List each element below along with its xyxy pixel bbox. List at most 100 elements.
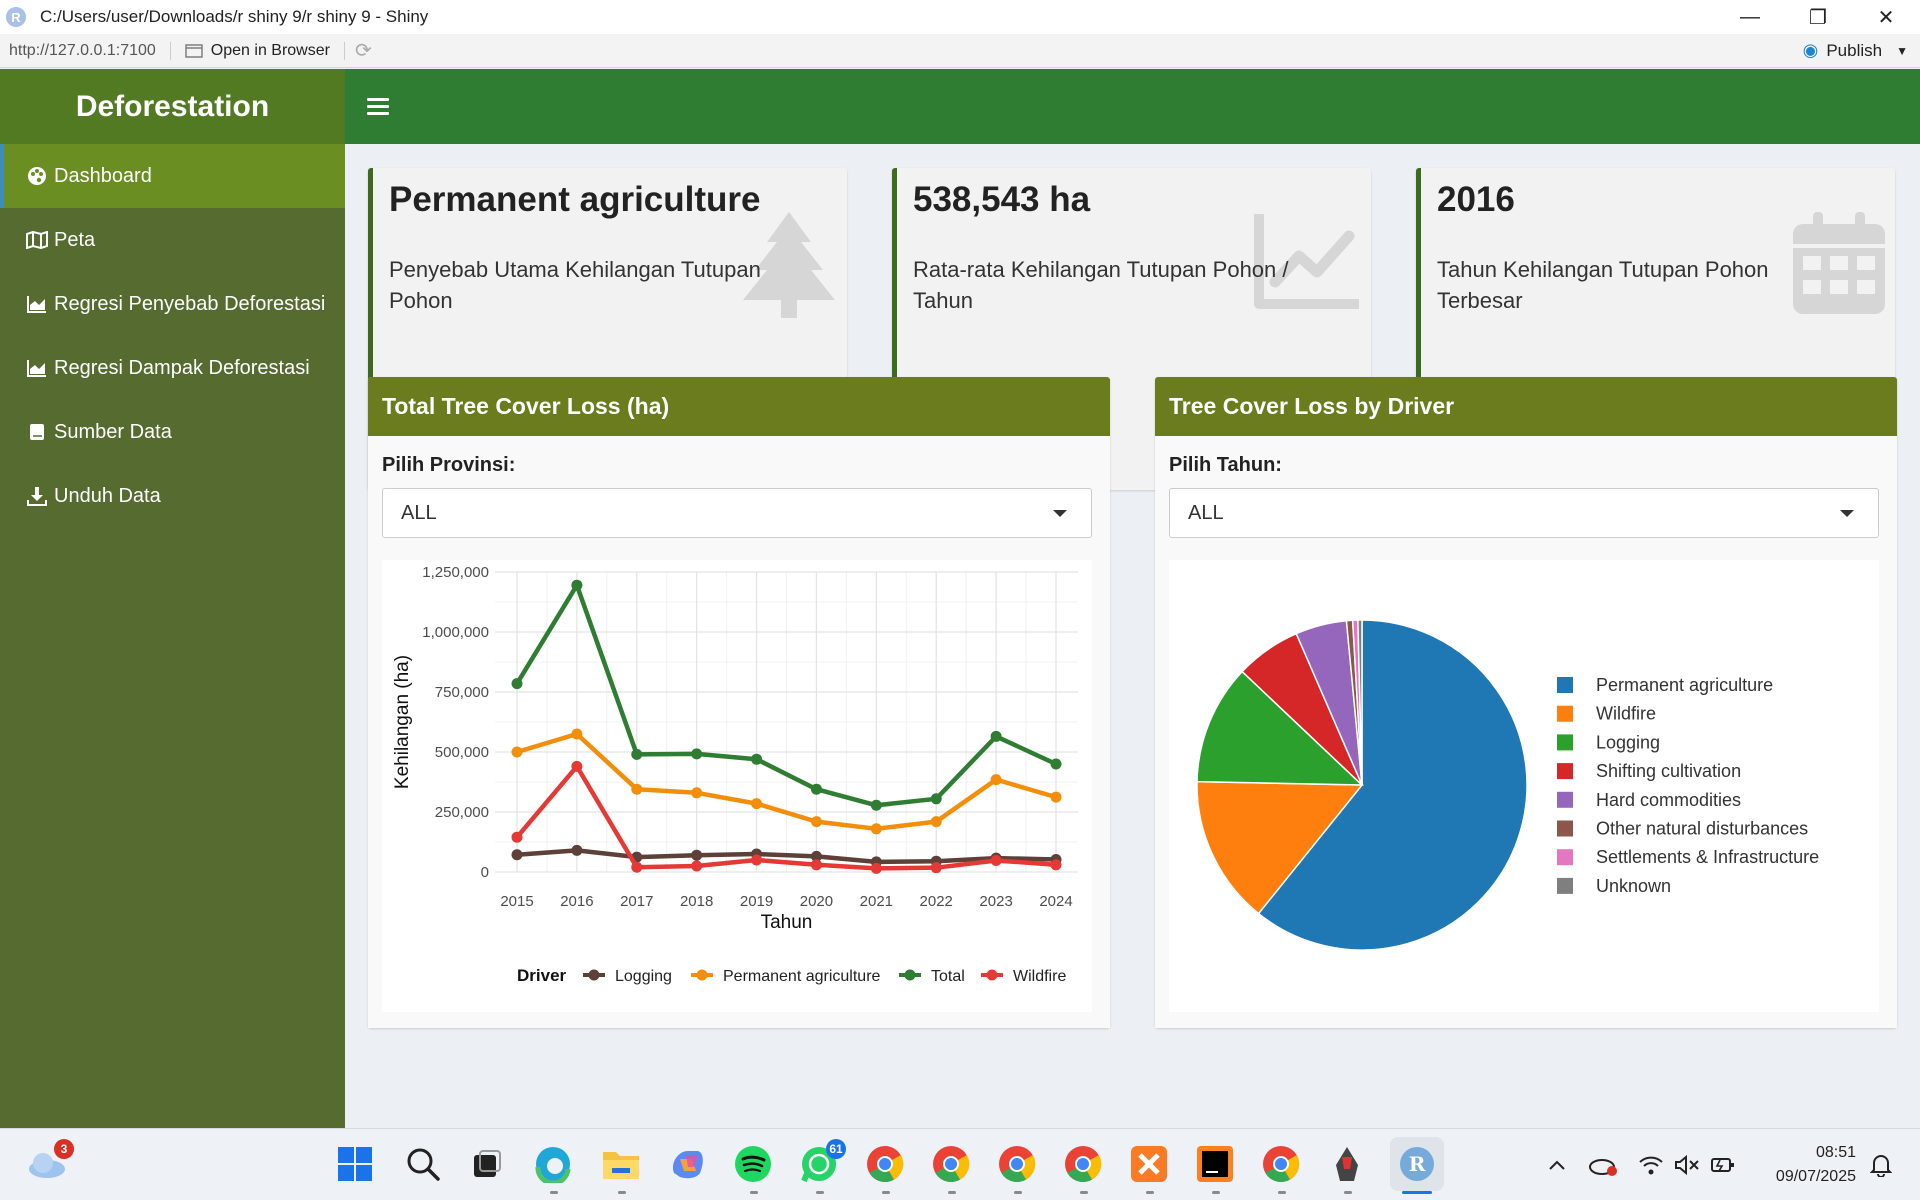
- x-tick-label: 2018: [680, 893, 713, 910]
- x-tick-label: 2016: [560, 893, 593, 910]
- restore-button[interactable]: ❐: [1784, 0, 1852, 34]
- task-view-icon[interactable]: [466, 1143, 508, 1185]
- line-chart-container: 0 250,000 500,000 750,000 1,000,000 1,250,000…: [382, 560, 1092, 1012]
- open-in-browser-button[interactable]: Open in Browser: [185, 41, 345, 60]
- x-tick-label: 2021: [860, 893, 893, 910]
- y-tick-label: 1,000,000: [422, 624, 489, 641]
- pie-chart: Permanent agriculture Wildfire Logging Shif…: [1196, 619, 1819, 951]
- windows-start-icon[interactable]: [334, 1143, 376, 1185]
- legend-swatch: [1557, 791, 1573, 808]
- area-chart-icon: [26, 295, 48, 313]
- publish-button[interactable]: ◉ Publish ▼: [1803, 40, 1908, 61]
- legend-key-point: [986, 969, 998, 981]
- sidebar-item-regresi-penyebab[interactable]: Regresi Penyebab Deforestasi: [0, 272, 345, 336]
- x-tick-label: 2022: [920, 893, 953, 910]
- sidebar-item-regresi-dampak[interactable]: Regresi Dampak Deforestasi: [0, 336, 345, 400]
- sidebar-item-unduh-data[interactable]: Unduh Data: [0, 464, 345, 528]
- chrome-icon[interactable]: [1260, 1143, 1302, 1185]
- year-select-value: ALL: [1188, 501, 1224, 524]
- refresh-icon[interactable]: ⟳: [355, 38, 372, 63]
- value-box-subtitle: Penyebab Utama Kehilangan Tutupan Pohon: [389, 257, 761, 313]
- clock-time: 08:51: [1815, 1144, 1856, 1161]
- year-select-label: Pilih Tahun:: [1169, 454, 1282, 476]
- spotify-icon[interactable]: [732, 1143, 774, 1185]
- chevron-down-icon[interactable]: ▼: [1896, 44, 1908, 58]
- y-axis-label: Kehilangan (ha): [392, 655, 413, 789]
- data-point: [571, 760, 583, 772]
- running-indicator: [1344, 1191, 1352, 1194]
- copilot-icon[interactable]: [666, 1143, 708, 1185]
- legend-label: Total: [931, 968, 965, 985]
- close-button[interactable]: ✕: [1852, 0, 1920, 34]
- chrome-icon[interactable]: [864, 1143, 906, 1185]
- legend-swatch: [1557, 849, 1573, 866]
- line-chart: 0 250,000 500,000 750,000 1,000,000 1,250,000…: [392, 564, 1078, 985]
- publish-icon: ◉: [1802, 40, 1819, 60]
- value-box-value: 538,543 ha: [913, 180, 1091, 219]
- legend-swatch: [1557, 877, 1573, 894]
- panel-title: Total Tree Cover Loss (ha): [368, 377, 1110, 436]
- edge-browser-icon[interactable]: [532, 1143, 574, 1185]
- sidebar-item-dashboard[interactable]: Dashboard: [0, 144, 345, 208]
- viewer-toolbar: http://127.0.0.1:7100 Open in Browser ⟳ …: [0, 34, 1920, 68]
- onedrive-icon[interactable]: [1588, 1129, 1618, 1200]
- data-point: [751, 798, 763, 810]
- wifi-icon[interactable]: [1638, 1129, 1664, 1200]
- search-icon[interactable]: [402, 1143, 444, 1185]
- data-point: [1050, 859, 1062, 871]
- running-indicator: [1278, 1191, 1286, 1194]
- legend-key-point: [588, 969, 600, 981]
- legend-key-point: [904, 969, 916, 981]
- province-select[interactable]: ALL: [382, 488, 1092, 538]
- sidebar-item-sumber-data[interactable]: Sumber Data: [0, 400, 345, 464]
- legend-label: Logging: [1596, 732, 1660, 752]
- data-point: [691, 787, 703, 799]
- data-point: [631, 861, 643, 873]
- minimize-button[interactable]: —: [1716, 0, 1784, 34]
- data-point: [990, 730, 1002, 742]
- xampp-icon[interactable]: [1128, 1143, 1170, 1185]
- data-point: [691, 748, 703, 760]
- data-point: [810, 816, 822, 828]
- data-point: [930, 862, 942, 874]
- active-indicator: [1402, 1191, 1432, 1194]
- sidebar: Dashboard Peta Regresi Penyebab Deforest…: [0, 144, 345, 1128]
- running-indicator: [948, 1191, 956, 1194]
- chrome-icon[interactable]: [1062, 1143, 1104, 1185]
- running-indicator: [1212, 1191, 1220, 1194]
- show-hidden-icons[interactable]: [1548, 1129, 1566, 1200]
- sidebar-item-label: Regresi Penyebab Deforestasi: [54, 292, 326, 315]
- x-tick-label: 2020: [800, 893, 833, 910]
- chrome-icon[interactable]: [930, 1143, 972, 1185]
- weather-icon[interactable]: 3: [26, 1139, 74, 1185]
- rstudio-taskbar-icon[interactable]: R: [1390, 1137, 1444, 1191]
- top-navbar: [345, 69, 1920, 144]
- java-app-icon[interactable]: [1326, 1143, 1368, 1185]
- year-select[interactable]: ALL: [1169, 488, 1879, 538]
- value-box-value: Permanent agriculture: [389, 180, 761, 219]
- volume-muted-icon[interactable]: [1674, 1129, 1700, 1200]
- map-icon: [26, 231, 48, 249]
- battery-icon[interactable]: [1710, 1129, 1736, 1200]
- running-indicator: [882, 1191, 890, 1194]
- legend-swatch: [1557, 820, 1573, 837]
- area-chart-icon: [26, 359, 48, 377]
- rstudio-icon: R: [6, 7, 26, 27]
- legend-label: Permanent agriculture: [1596, 675, 1773, 695]
- data-point: [990, 854, 1002, 866]
- intellij-icon[interactable]: [1194, 1143, 1236, 1185]
- hamburger-menu-icon[interactable]: [367, 94, 389, 119]
- chrome-icon[interactable]: [996, 1143, 1038, 1185]
- value-box-subtitle: Tahun Kehilangan Tutupan Pohon Terbesar: [1437, 257, 1769, 313]
- file-explorer-icon[interactable]: [600, 1143, 642, 1185]
- svg-text:R: R: [1409, 1152, 1426, 1176]
- legend-title: Driver: [517, 966, 567, 985]
- system-clock[interactable]: 08:51 09/07/2025: [1776, 1141, 1856, 1189]
- sidebar-item-peta[interactable]: Peta: [0, 208, 345, 272]
- publish-label: Publish: [1826, 40, 1883, 60]
- whatsapp-icon[interactable]: 61: [798, 1139, 846, 1185]
- panel-title: Tree Cover Loss by Driver: [1155, 377, 1897, 436]
- notification-icon[interactable]: [1870, 1129, 1892, 1200]
- panel-total-tree-cover-loss: Total Tree Cover Loss (ha) Pilih Provins…: [368, 377, 1110, 1028]
- clock-date: 09/07/2025: [1775, 1168, 1856, 1185]
